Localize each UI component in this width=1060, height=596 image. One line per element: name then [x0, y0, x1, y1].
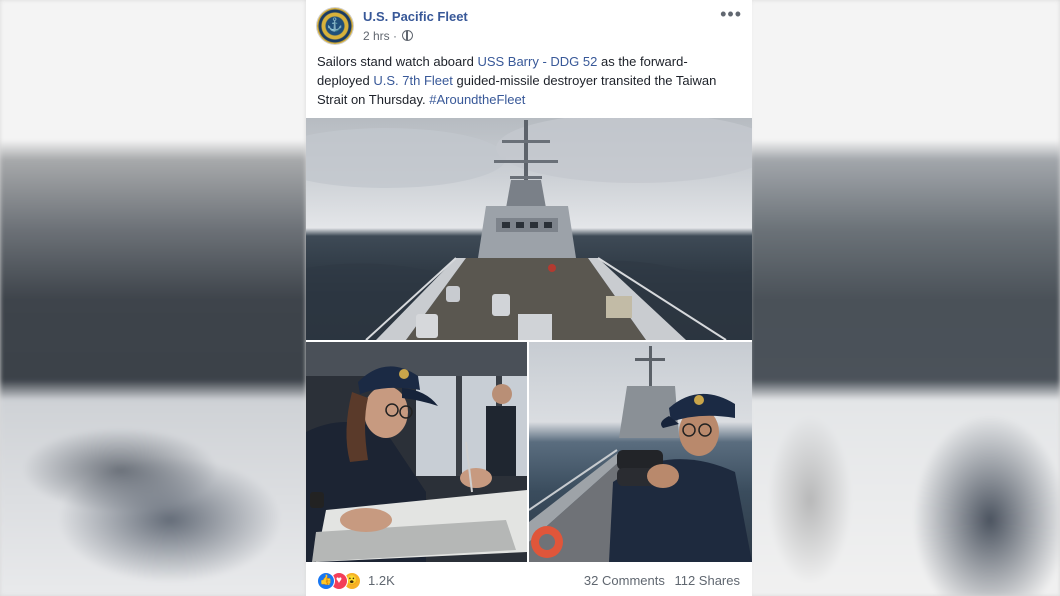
facebook-post-card: ⚓ U.S. Pacific Fleet 2 hrs · ••• Sailors… — [306, 0, 752, 596]
globe-icon — [402, 30, 414, 41]
sailor-charting-illustration — [306, 342, 527, 562]
uss-barry-link[interactable]: USS Barry - DDG 52 — [477, 54, 597, 69]
reaction-count[interactable]: 1.2K — [368, 573, 395, 588]
post-text-segment: Sailors stand watch aboard — [317, 54, 478, 69]
photo-destroyer-bow[interactable] — [306, 118, 752, 340]
post-footer: 👍 ♥ 😮 1.2K 32 Comments 112 Shares — [306, 562, 752, 596]
comments-count-link[interactable]: 32 Comments — [584, 573, 665, 588]
sailor-binoculars-illustration — [529, 346, 752, 562]
anchor-icon: ⚓ — [326, 17, 344, 32]
blurred-background-right — [750, 0, 1060, 596]
engagement-stats: 32 Comments 112 Shares — [584, 573, 740, 588]
seventh-fleet-link[interactable]: U.S. 7th Fleet — [373, 73, 452, 88]
post-header: ⚓ U.S. Pacific Fleet 2 hrs · ••• — [306, 0, 752, 50]
page-name-link[interactable]: U.S. Pacific Fleet — [363, 9, 468, 24]
more-options-button[interactable]: ••• — [720, 4, 742, 25]
hashtag-link[interactable]: #AroundtheFleet — [429, 92, 525, 107]
photo-sailor-binoculars[interactable] — [529, 342, 752, 562]
page-avatar[interactable]: ⚓ — [317, 8, 353, 44]
post-timestamp[interactable]: 2 hrs — [363, 29, 390, 43]
photo-sailor-charting[interactable] — [306, 342, 527, 562]
meta-separator: · — [393, 29, 398, 43]
shares-count-link[interactable]: 112 Shares — [674, 573, 740, 588]
post-text: Sailors stand watch aboard USS Barry - D… — [317, 52, 737, 109]
blurred-background-left — [0, 0, 306, 596]
post-meta: 2 hrs · — [363, 29, 414, 43]
destroyer-illustration — [306, 118, 752, 340]
like-icon: 👍 — [317, 572, 335, 590]
